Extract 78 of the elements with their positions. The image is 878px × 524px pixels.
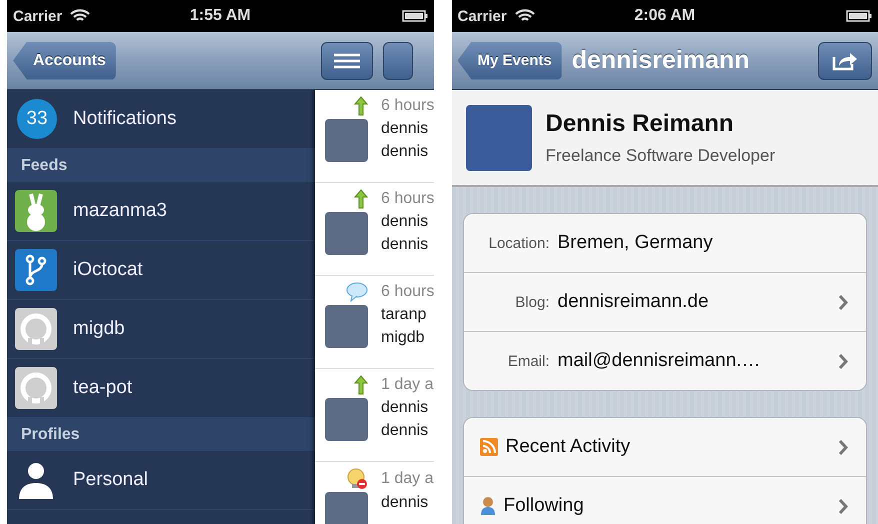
back-button[interactable]: Accounts (13, 42, 116, 80)
item-label: iOctocat (73, 259, 143, 281)
field-value: Bremen, Germany (558, 232, 714, 254)
rss-icon (480, 438, 498, 456)
avatar-placeholder (466, 104, 532, 170)
field-value: mail@dennisreimann.… (558, 350, 762, 372)
count-badge: 33 (17, 99, 57, 139)
sidebar-item[interactable]: iOctocat (7, 241, 315, 300)
event-text: dennis (381, 235, 430, 255)
event-text: migdb (381, 328, 426, 348)
screen-title: dennisreimann (572, 46, 750, 75)
share-icon (832, 50, 858, 70)
chevron-icon (838, 440, 848, 454)
up-arrow-icon (354, 96, 368, 116)
profile-subtitle: Freelance Software Developer (546, 146, 776, 166)
avatar-placeholder (325, 492, 368, 524)
event-text: dennis (381, 421, 430, 441)
menu-icon (334, 52, 360, 68)
link-label: Following (504, 495, 585, 517)
back-button[interactable]: My Events (458, 42, 562, 80)
item-label: Personal (73, 469, 148, 491)
feed-item[interactable]: 6 hours taranp migdb (315, 276, 434, 369)
avatar-placeholder (325, 398, 368, 440)
event-time: 1 day a (381, 470, 434, 488)
field-label: Location: (488, 234, 550, 252)
event-time: 1 day a (381, 376, 434, 394)
event-time: 6 hours (381, 190, 434, 208)
profile-name: Dennis Reimann (546, 110, 735, 138)
section-header: Profiles (7, 418, 315, 451)
feed-item[interactable]: 1 day a dennis (315, 462, 434, 524)
sidebar-item[interactable]: migdb (7, 300, 315, 359)
branch-icon (15, 249, 57, 291)
menu-button[interactable] (321, 42, 373, 80)
up-arrow-icon (354, 189, 368, 209)
event-text: dennis (381, 142, 430, 162)
speech-bubble-icon (346, 282, 368, 302)
chevron-icon (838, 498, 848, 514)
sidebar-item[interactable]: Personal (7, 451, 315, 510)
rabbit-avatar-icon (15, 190, 57, 232)
lightbulb-icon (346, 468, 368, 490)
battery-icon (846, 10, 872, 22)
share-button[interactable] (818, 42, 872, 80)
event-text: dennis (381, 119, 430, 139)
up-arrow-icon (354, 375, 368, 395)
item-label: Notifications (73, 108, 176, 130)
field-label: Blog: (514, 294, 550, 310)
field-value: dennisreimann.de (558, 291, 710, 313)
field-label: Email: (506, 352, 550, 370)
battery-icon (402, 10, 428, 22)
chevron-icon (838, 294, 848, 310)
event-time: 6 hours (381, 283, 434, 301)
clock-time: 2:06 AM (633, 7, 696, 25)
avatar-placeholder (325, 118, 368, 162)
toolbar-button[interactable] (383, 42, 413, 80)
event-text: dennis (381, 493, 430, 513)
event-time: 6 hours (381, 97, 434, 115)
feed-item[interactable]: 1 day a dennis dennis (315, 369, 434, 462)
wifi-icon (70, 9, 90, 23)
item-label: mazanma3 (73, 200, 167, 222)
wifi-icon (514, 9, 535, 23)
link-label: Recent Activity (506, 436, 632, 458)
detail-row[interactable]: Email: mail@dennisreimann.… (464, 331, 866, 390)
item-label: migdb (73, 318, 125, 340)
feed-item[interactable]: 6 hours dennis dennis (315, 183, 434, 276)
person-icon (480, 496, 496, 516)
feed-item[interactable]: 6 hours dennis dennis (315, 90, 434, 183)
clock-time: 1:55 AM (188, 7, 252, 25)
event-text: dennis (381, 398, 430, 418)
carrier-label: Carrier (13, 8, 62, 24)
event-text: dennis (381, 212, 430, 232)
section-header: Feeds (7, 149, 315, 182)
chevron-icon (838, 354, 848, 368)
item-label: tea-pot (73, 377, 132, 399)
avatar-placeholder (325, 304, 368, 348)
carrier-label: Carrier (458, 8, 507, 24)
event-text: taranp (381, 305, 428, 325)
sidebar-item[interactable]: mazanma3 (7, 182, 315, 241)
avatar-placeholder (325, 212, 368, 254)
